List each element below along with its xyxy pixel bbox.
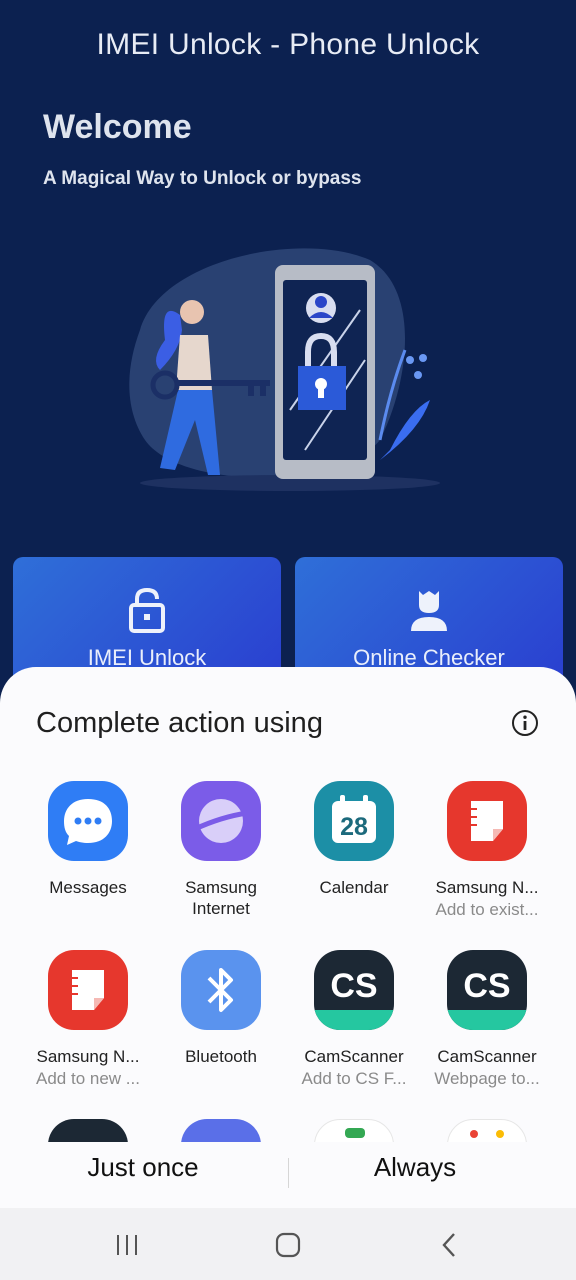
app-label: CamScanner xyxy=(437,1047,537,1066)
app-partial-2[interactable] xyxy=(154,1119,288,1142)
tagline: A Magical Way to Unlock or bypass xyxy=(43,168,362,189)
button-divider xyxy=(288,1158,289,1188)
app-sublabel: Add to new ... xyxy=(36,1069,140,1088)
app-camscanner-webpage[interactable]: CS CamScanner Webpage to... xyxy=(420,950,554,1091)
calendar-icon: 28 xyxy=(314,781,394,861)
just-once-button[interactable]: Just once xyxy=(18,1152,268,1183)
app-label: CamScanner xyxy=(304,1047,404,1066)
info-icon[interactable] xyxy=(511,709,539,737)
app-label: Samsung N... xyxy=(36,1047,140,1066)
bluetooth-icon xyxy=(181,950,261,1030)
app-icon-partial xyxy=(447,1119,527,1142)
app-sublabel: Add to exist... xyxy=(435,900,539,919)
app-label: Samsung xyxy=(185,878,257,897)
app-samsung-notes-existing[interactable]: Samsung N... Add to exist... xyxy=(420,781,554,922)
always-button[interactable]: Always xyxy=(290,1152,540,1183)
camscanner-logo-text: CS xyxy=(330,967,377,1005)
welcome-heading: Welcome xyxy=(43,108,192,146)
camscanner-icon: CS xyxy=(314,950,394,1030)
app-partial-1[interactable] xyxy=(21,1119,155,1142)
camscanner-logo-text: CS xyxy=(463,967,510,1005)
samsung-internet-icon xyxy=(181,781,261,861)
camscanner-icon: CS xyxy=(447,950,527,1030)
app-calendar[interactable]: 28 Calendar xyxy=(287,781,421,898)
sheet-actions: Just once Always xyxy=(0,1142,576,1202)
back-icon[interactable] xyxy=(430,1230,470,1260)
app-partial-3[interactable] xyxy=(287,1119,421,1142)
app-bluetooth[interactable]: Bluetooth xyxy=(154,950,288,1067)
samsung-notes-icon xyxy=(447,781,527,861)
app-icon-partial xyxy=(181,1119,261,1142)
app-label: Messages xyxy=(49,878,127,897)
app-camscanner-add[interactable]: CS CamScanner Add to CS F... xyxy=(287,950,421,1091)
app-messages[interactable]: Messages xyxy=(21,781,155,898)
app-label: Bluetooth xyxy=(185,1047,257,1066)
app-label-line2: Internet xyxy=(192,899,250,918)
app-grid: Messages Samsung Internet 28 Calendar Sa… xyxy=(0,777,576,1142)
app-label: Samsung N... xyxy=(435,878,539,897)
app-icon-partial xyxy=(314,1119,394,1142)
unlock-illustration xyxy=(129,248,440,491)
home-icon[interactable] xyxy=(268,1230,308,1260)
app-title: IMEI Unlock - Phone Unlock xyxy=(96,28,480,61)
user-icon xyxy=(411,591,447,631)
app-sublabel: Add to CS F... xyxy=(301,1069,407,1088)
app-icon-partial xyxy=(48,1119,128,1142)
app-chooser-sheet: Complete action using Messages Samsung I… xyxy=(0,667,576,1208)
app-sublabel: Webpage to... xyxy=(434,1069,540,1088)
navigation-bar xyxy=(0,1208,576,1280)
app-samsung-notes-new[interactable]: Samsung N... Add to new ... xyxy=(21,950,155,1091)
calendar-date: 28 xyxy=(340,813,368,841)
app-label: Calendar xyxy=(319,878,389,897)
sheet-title: Complete action using xyxy=(36,707,323,739)
recents-icon[interactable] xyxy=(107,1230,147,1260)
app-partial-4[interactable] xyxy=(420,1119,554,1142)
messages-icon xyxy=(48,781,128,861)
lock-icon xyxy=(129,587,165,633)
samsung-notes-icon xyxy=(48,950,128,1030)
app-samsung-internet[interactable]: Samsung Internet xyxy=(154,781,288,919)
